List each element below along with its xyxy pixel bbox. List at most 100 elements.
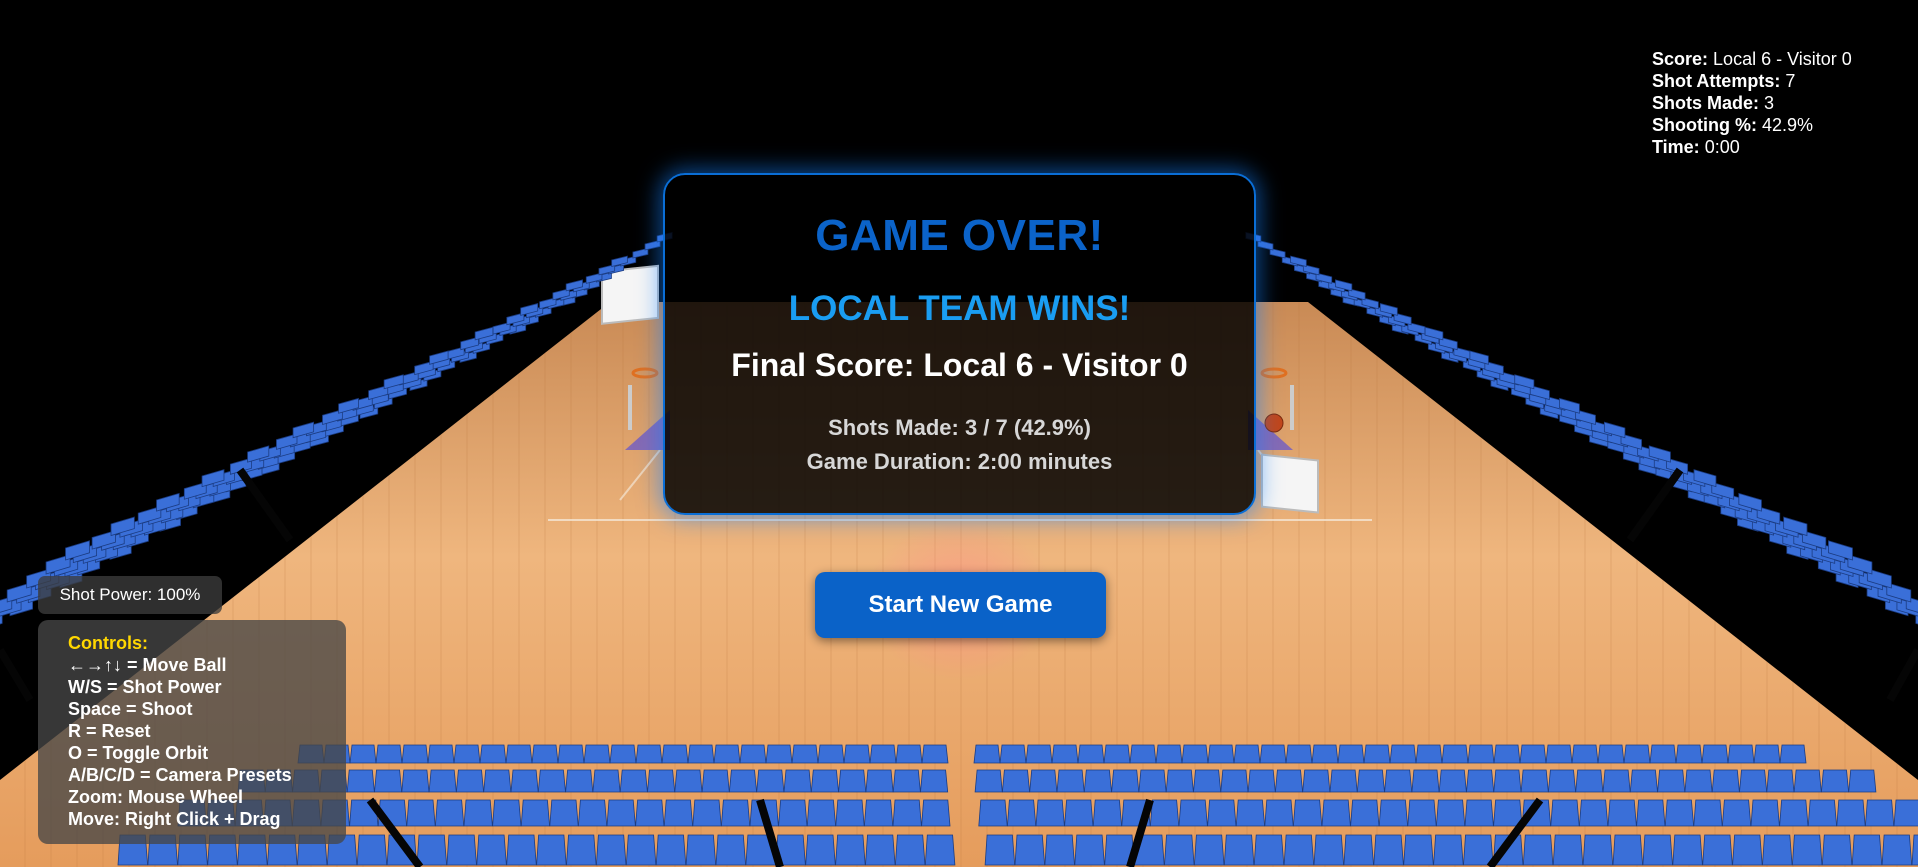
seat — [984, 834, 1016, 866]
seat — [674, 769, 703, 793]
seat — [1739, 769, 1768, 793]
seat — [1438, 769, 1467, 793]
seat — [687, 744, 715, 764]
seat — [1607, 799, 1637, 827]
seat — [805, 834, 836, 866]
control-line: Space = Shoot — [68, 699, 193, 719]
seat — [1851, 834, 1883, 866]
control-line: O = Toggle Orbit — [68, 743, 209, 763]
seat — [974, 769, 1003, 793]
seat — [806, 799, 837, 827]
seat — [685, 834, 717, 866]
seat — [483, 769, 512, 793]
seat — [1545, 744, 1573, 764]
seat — [1684, 769, 1713, 793]
seat — [865, 769, 894, 793]
seat — [427, 744, 455, 764]
seat — [1721, 799, 1752, 827]
seat — [1520, 769, 1549, 793]
seat — [1014, 834, 1046, 866]
seat — [1779, 799, 1809, 827]
seat — [455, 769, 485, 793]
seat — [1848, 769, 1877, 793]
seat — [1313, 834, 1345, 866]
seat — [1129, 744, 1157, 764]
stand-pole — [0, 647, 34, 703]
seat — [1155, 744, 1183, 764]
seat — [1292, 799, 1323, 827]
seat — [1350, 799, 1380, 827]
seat — [1111, 769, 1140, 793]
seat — [1578, 799, 1609, 827]
seat — [1732, 834, 1763, 866]
seat — [999, 744, 1027, 764]
seat — [577, 799, 608, 827]
seat — [1329, 769, 1358, 793]
stand-pole — [1886, 648, 1918, 702]
seat — [606, 799, 636, 827]
seat — [1435, 799, 1466, 827]
seat — [1821, 834, 1853, 866]
seat — [1025, 744, 1053, 764]
seat — [1337, 744, 1365, 764]
seat — [978, 799, 1008, 827]
seat — [1701, 744, 1729, 764]
seat — [1253, 834, 1285, 866]
seat — [843, 744, 871, 764]
seat — [1582, 834, 1614, 866]
seat — [1083, 769, 1112, 793]
control-line: R = Reset — [68, 721, 151, 741]
seat — [728, 769, 758, 793]
seat — [1463, 834, 1494, 866]
control-line: ←→↑↓ = Move Ball — [68, 655, 227, 675]
seat — [1207, 744, 1235, 764]
seat — [1493, 769, 1522, 793]
seat — [609, 744, 637, 764]
seat — [1006, 799, 1037, 827]
seat — [865, 834, 896, 866]
seat — [1311, 744, 1339, 764]
seat — [1836, 799, 1866, 827]
seat — [1753, 744, 1781, 764]
seat — [1675, 744, 1703, 764]
seat — [973, 744, 1001, 764]
seat — [1519, 744, 1547, 764]
seat — [713, 744, 741, 764]
start-new-game-button[interactable]: Start New Game — [815, 572, 1106, 638]
seat — [1235, 799, 1266, 827]
seat — [835, 799, 865, 827]
seat — [625, 834, 657, 866]
seat — [1178, 799, 1208, 827]
seat — [635, 799, 665, 827]
seat — [1664, 799, 1695, 827]
final-score: Final Score: Local 6 - Visitor 0 — [731, 347, 1188, 383]
seat — [1285, 744, 1313, 764]
seat — [1493, 744, 1521, 764]
attempts-value: 7 — [1785, 71, 1796, 91]
seat — [1415, 744, 1443, 764]
seat — [1103, 744, 1131, 764]
seat — [838, 769, 867, 793]
seat — [1356, 769, 1385, 793]
seat — [701, 769, 730, 793]
seat — [1649, 744, 1677, 764]
seat — [1571, 744, 1599, 764]
seat — [1602, 769, 1631, 793]
seat — [810, 769, 839, 793]
seat — [739, 744, 767, 764]
seat — [1389, 744, 1417, 764]
basketball-icon — [1264, 413, 1284, 433]
seat — [647, 769, 676, 793]
seat — [765, 744, 793, 764]
seat — [510, 769, 539, 793]
seat — [565, 769, 594, 793]
seat — [783, 769, 812, 793]
seat — [1762, 834, 1793, 866]
time-label: Time: — [1652, 137, 1700, 157]
pct-label: Shooting %: — [1652, 115, 1757, 135]
seat — [1820, 769, 1850, 793]
seat — [428, 769, 457, 793]
seat — [663, 799, 694, 827]
seat — [1467, 744, 1495, 764]
controls-title: Controls: — [68, 633, 148, 653]
